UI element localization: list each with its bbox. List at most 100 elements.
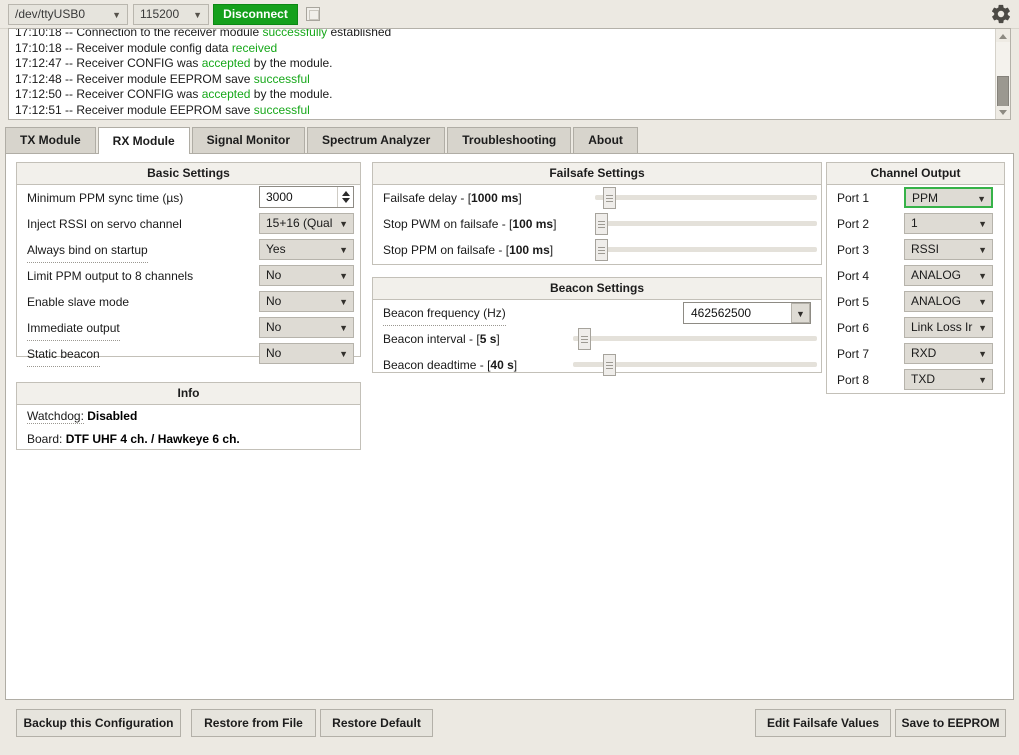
restore-from-file-button[interactable]: Restore from File: [191, 709, 316, 737]
tab-tx-module[interactable]: TX Module: [5, 127, 96, 153]
info-body: Watchdog: Disabled Board: DTF UHF 4 ch. /…: [17, 405, 360, 451]
setting-slider[interactable]: [573, 354, 817, 376]
log-text: -- Receiver CONFIG was: [61, 56, 202, 71]
setting-dropdown[interactable]: RSSI ▼: [904, 239, 993, 260]
setting-dropdown[interactable]: Yes ▼: [259, 239, 354, 260]
port-label: Port 3: [837, 243, 870, 257]
tab-troubleshooting[interactable]: Troubleshooting: [447, 127, 572, 153]
log-line: 17:10:18 -- Receiver module config data …: [15, 41, 975, 57]
beacon-row: Beacon interval - [5 s]: [373, 326, 821, 352]
edit-failsafe-values-button[interactable]: Edit Failsafe Values: [755, 709, 891, 737]
setting-slider[interactable]: [595, 213, 817, 235]
serial-port-select[interactable]: /dev/ttyUSB0 ▼: [8, 4, 128, 25]
tab-about[interactable]: About: [573, 127, 638, 153]
baud-rate-value: 115200: [140, 7, 180, 21]
setting-row: Inject RSSI on servo channel 15+16 (Qual ▼: [17, 211, 360, 237]
setting-dropdown[interactable]: No ▼: [259, 265, 354, 286]
save-to-eeprom-button[interactable]: Save to EEPROM: [895, 709, 1006, 737]
tab-spectrum-analyzer[interactable]: Spectrum Analyzer: [307, 127, 446, 153]
basic-settings-body: Minimum PPM sync time (µs) 3000 Inject RSS…: [17, 185, 360, 367]
setting-dropdown[interactable]: PPM ▼: [904, 187, 993, 208]
setting-dropdown[interactable]: 1 ▼: [904, 213, 993, 234]
log-console[interactable]: 17:10:18 -- Connection to the receiver m…: [8, 28, 1011, 120]
dropdown-value: ANALOG: [911, 268, 962, 282]
tab-bar: TX Module RX Module Signal Monitor Spectrum…: [5, 127, 640, 154]
tab-rx-module[interactable]: RX Module: [97, 127, 190, 154]
scroll-up-icon[interactable]: [996, 29, 1010, 42]
slider-thumb[interactable]: [603, 354, 617, 376]
baud-rate-select[interactable]: 115200 ▼: [133, 4, 209, 25]
info-value: Disabled: [83, 409, 138, 423]
setting-label: Enable slave mode: [27, 295, 130, 309]
setting-dropdown[interactable]: ANALOG ▼: [904, 291, 993, 312]
channel-port-row: Port 6 Link Loss Ir ▼: [827, 315, 1004, 341]
slider-thumb[interactable]: [603, 187, 617, 209]
basic-settings-panel: Basic Settings Minimum PPM sync time (µs…: [16, 162, 361, 367]
connection-toolbar: /dev/ttyUSB0 ▼ 115200 ▼ Disconnect: [0, 0, 1019, 29]
spinner-up-icon[interactable]: [342, 191, 350, 196]
setting-slider[interactable]: [595, 239, 817, 261]
setting-slider[interactable]: [595, 187, 817, 209]
chevron-down-icon[interactable]: [791, 303, 810, 324]
channel-output-title: Channel Output: [827, 163, 1004, 185]
tab-content-rx-module: Basic Settings Minimum PPM sync time (µs…: [5, 153, 1014, 737]
slider-thumb[interactable]: [595, 239, 608, 261]
dropdown-value: No: [266, 346, 282, 360]
gear-icon[interactable]: [990, 3, 1012, 25]
setting-label: Immediate output: [27, 316, 120, 341]
dropdown-value: No: [266, 320, 282, 334]
number-spinner[interactable]: 3000: [259, 186, 354, 208]
setting-dropdown[interactable]: Link Loss Ir ▼: [904, 317, 993, 338]
log-scrollbar[interactable]: [995, 29, 1010, 119]
dropdown-value: TXD: [911, 372, 935, 386]
dropdown-value: No: [266, 268, 282, 282]
setting-dropdown[interactable]: TXD ▼: [904, 369, 993, 390]
restore-default-button[interactable]: Restore Default: [320, 709, 433, 737]
slider-track[interactable]: [595, 221, 817, 226]
setting-dropdown[interactable]: ANALOG ▼: [904, 265, 993, 286]
disconnect-button[interactable]: Disconnect: [213, 4, 298, 25]
chevron-down-icon: ▼: [978, 323, 987, 333]
channel-output-panel: Channel Output Port 1 PPM ▼ Port 2 1 ▼ Port 3R…: [826, 162, 1005, 394]
setting-dropdown[interactable]: No ▼: [259, 343, 354, 364]
dropdown-value: Yes: [266, 242, 286, 256]
spinner-down-icon[interactable]: [342, 198, 350, 203]
dropdown-value: ANALOG: [911, 294, 962, 308]
setting-slider[interactable]: [573, 328, 817, 350]
failsafe-row: Stop PWM on failsafe - [100 ms]: [373, 211, 821, 237]
beacon-frequency-combobox[interactable]: 462562500: [683, 302, 811, 324]
spinner-value: 3000: [266, 190, 293, 204]
log-text: -- Receiver CONFIG was: [61, 87, 202, 102]
setting-dropdown[interactable]: 15+16 (Qual ▼: [259, 213, 354, 234]
spinner-buttons[interactable]: [337, 187, 353, 207]
setting-value-inline: 1000 ms: [471, 191, 519, 205]
toolbar-checkbox[interactable]: [306, 7, 320, 21]
setting-dropdown[interactable]: RXD ▼: [904, 343, 993, 364]
channel-port-row: Port 7 RXD ▼: [827, 341, 1004, 367]
log-text: -- Connection to the receiver module: [61, 28, 263, 39]
slider-track[interactable]: [595, 195, 817, 200]
info-row: Board: DTF UHF 4 ch. / Hawkeye 6 ch.: [17, 428, 360, 451]
channel-port-row: Port 1 PPM ▼: [827, 185, 1004, 211]
channel-port-row: Port 4 ANALOG ▼: [827, 263, 1004, 289]
basic-settings-title: Basic Settings: [17, 163, 360, 185]
setting-row: Always bind on startup Yes ▼: [17, 237, 360, 263]
slider-track[interactable]: [573, 336, 817, 341]
failsafe-row: Stop PPM on failsafe - [100 ms]: [373, 237, 821, 263]
scroll-down-icon[interactable]: [996, 106, 1010, 119]
scrollbar-thumb[interactable]: [997, 76, 1009, 109]
log-timestamp: 17:12:47: [15, 56, 62, 71]
failsafe-settings-panel: Failsafe Settings Failsafe delay - [1000…: [372, 162, 822, 265]
dropdown-value: No: [266, 294, 282, 308]
setting-dropdown[interactable]: No ▼: [259, 291, 354, 312]
slider-thumb[interactable]: [595, 213, 608, 235]
log-timestamp: 17:12:50: [15, 87, 62, 102]
slider-track[interactable]: [595, 247, 817, 252]
setting-label: Stop PPM on failsafe - [100 ms]: [383, 243, 554, 257]
setting-dropdown[interactable]: No ▼: [259, 317, 354, 338]
tab-signal-monitor[interactable]: Signal Monitor: [191, 127, 305, 153]
slider-thumb[interactable]: [577, 328, 591, 350]
chevron-down-icon: ▼: [978, 219, 987, 229]
setting-row: Enable slave mode No ▼: [17, 289, 360, 315]
backup-configuration-button[interactable]: Backup this Configuration: [16, 709, 181, 737]
